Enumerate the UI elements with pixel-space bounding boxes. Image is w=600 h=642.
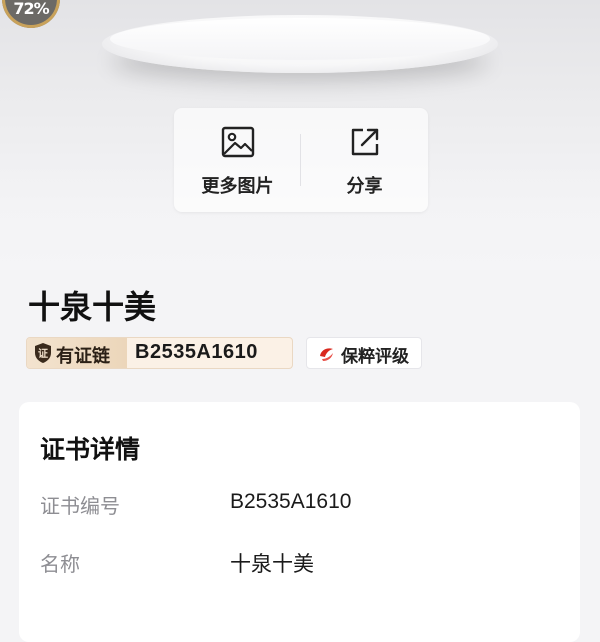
share-button[interactable]: 分享 [301, 108, 428, 212]
certificate-details-card: 证书详情 证书编号 B2535A1610 名称 十泉十美 [19, 402, 580, 642]
chain-certificate-tag[interactable]: 证 有证链 B2535A1610 [26, 337, 293, 369]
chain-label: 有证链 [56, 346, 110, 367]
action-panel: 更多图片 分享 [174, 108, 428, 212]
chain-code: B2535A1610 [135, 341, 258, 363]
details-heading: 证书详情 [40, 435, 141, 464]
detail-row-value: 十泉十美 [230, 553, 314, 576]
more-images-button[interactable]: 更多图片 [174, 108, 301, 212]
detail-row-value: B2535A1610 [230, 490, 352, 513]
grading-label: 保粹评级 [341, 347, 409, 367]
display-pedestal-top [110, 18, 490, 60]
detail-row-label: 证书编号 [40, 494, 120, 518]
hero-section: 72% 更多图片 分享 [0, 0, 600, 270]
image-icon [221, 126, 254, 158]
svg-text:证: 证 [38, 348, 48, 360]
shield-icon: 证 [35, 343, 51, 363]
item-title: 十泉十美 [28, 288, 157, 326]
chain-tag-left: 证 有证链 [27, 338, 127, 368]
share-label: 分享 [346, 176, 383, 197]
grading-logo-icon [320, 348, 333, 361]
progress-badge-text: 72% [13, 0, 49, 18]
share-icon [351, 128, 378, 156]
more-images-label: 更多图片 [201, 176, 274, 197]
grading-tag[interactable]: 保粹评级 [306, 337, 422, 369]
progress-badge: 72% [2, 0, 60, 28]
detail-row-label: 名称 [40, 552, 80, 576]
